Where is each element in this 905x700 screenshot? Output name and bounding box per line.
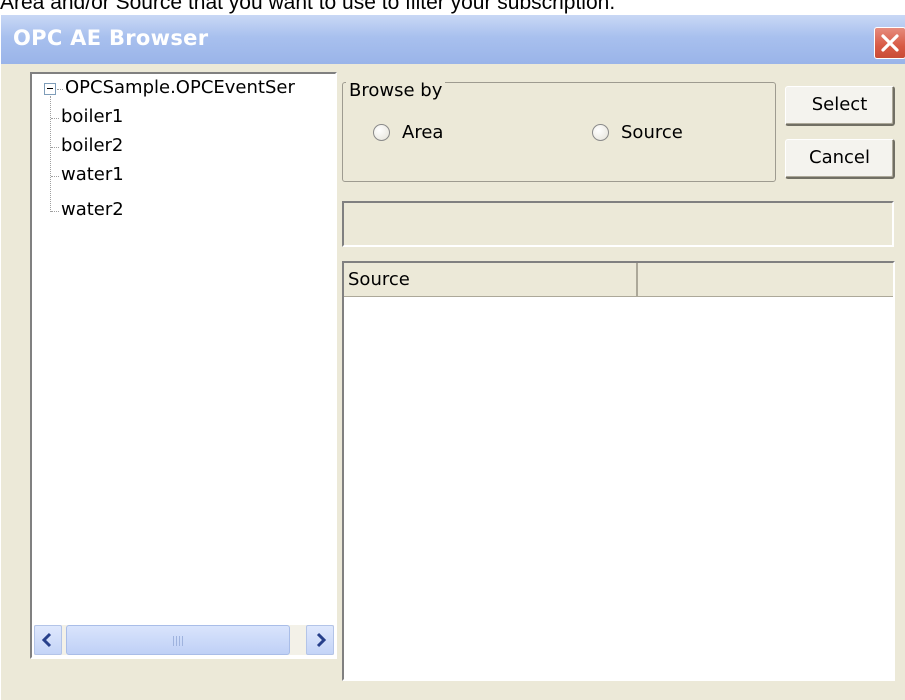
tree-node-boiler1[interactable]: boiler1 — [61, 106, 123, 128]
tree-connector — [50, 96, 51, 212]
area-radio[interactable] — [373, 124, 390, 141]
cancel-button[interactable]: Cancel — [785, 139, 895, 179]
chevron-left-icon — [41, 632, 52, 648]
source-radio[interactable] — [592, 124, 609, 141]
tree-node-boiler2[interactable]: boiler2 — [61, 135, 123, 157]
scrollbar-thumb[interactable] — [66, 625, 290, 655]
source-list-view[interactable]: Source — [342, 261, 895, 681]
close-button[interactable] — [874, 27, 905, 59]
tree-root-node[interactable]: OPCSample.OPCEventSer — [65, 77, 295, 99]
list-header: Source — [344, 263, 893, 297]
area-tree-view[interactable]: OPCSample.OPCEventSer boiler1 boiler2 wa… — [30, 72, 337, 659]
chevron-right-icon — [316, 632, 327, 648]
column-header-extra[interactable] — [638, 263, 893, 296]
grip-icon — [173, 636, 185, 646]
collapse-icon[interactable] — [44, 83, 56, 95]
window-title: OPC AE Browser — [13, 26, 209, 50]
path-display-field — [342, 201, 894, 247]
tree-connector — [51, 211, 59, 212]
select-button[interactable]: Select — [785, 86, 895, 126]
browse-by-label: Browse by — [346, 80, 446, 102]
scroll-right-button[interactable] — [306, 625, 334, 655]
scroll-left-button[interactable] — [34, 625, 62, 655]
tree-node-water2[interactable]: water2 — [61, 199, 124, 221]
area-radio-label[interactable]: Area — [402, 122, 443, 144]
column-header-source[interactable]: Source — [344, 263, 638, 296]
tree-connector — [51, 147, 59, 148]
tree-connector — [51, 118, 59, 119]
tree-node-water1[interactable]: water1 — [61, 164, 124, 186]
tree-connector — [57, 89, 63, 90]
page-caption-text: Area and/or Source that you want to use … — [0, 0, 616, 14]
title-bar[interactable]: OPC AE Browser — [1, 15, 905, 64]
source-radio-label[interactable]: Source — [621, 122, 683, 144]
tree-connector — [51, 176, 59, 177]
close-icon — [881, 34, 899, 52]
horizontal-scrollbar[interactable] — [34, 625, 334, 655]
